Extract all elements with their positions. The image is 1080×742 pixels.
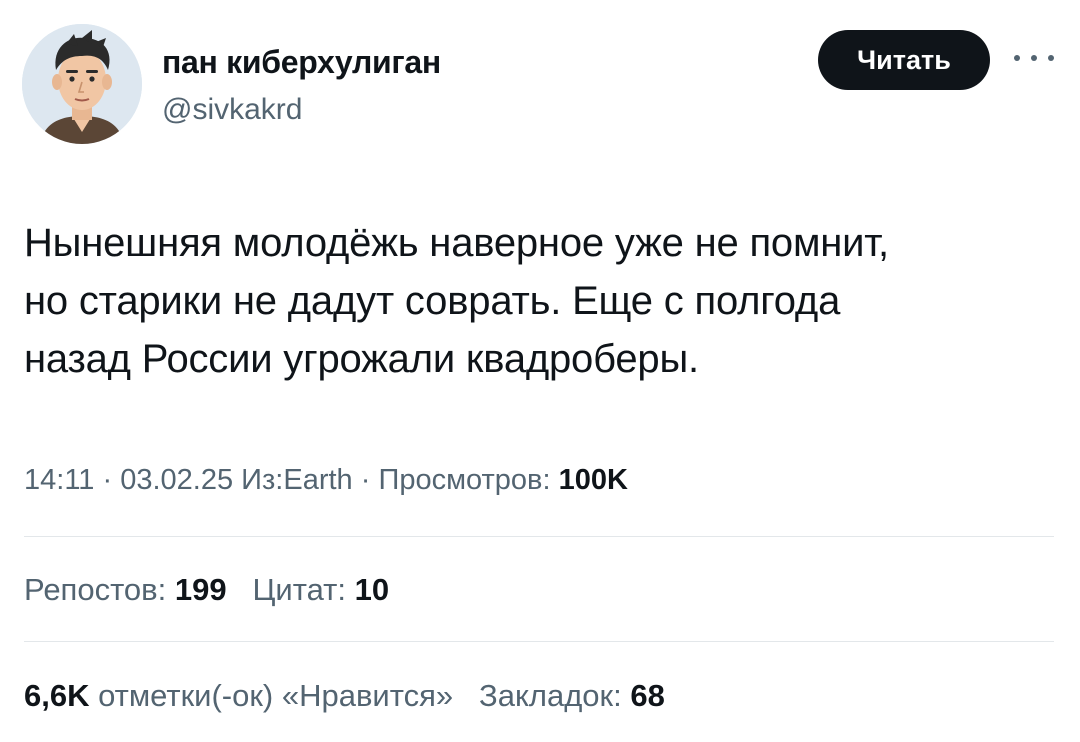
follow-button[interactable]: Читать — [818, 30, 990, 90]
bookmarks-stat[interactable]: Закладок: 68 — [479, 678, 665, 713]
reposts-label: Репостов: — [24, 572, 167, 607]
quotes-label: Цитат: — [252, 572, 346, 607]
tweet-text: Нынешняя молодёжь наверное уже не помнит… — [24, 214, 1054, 388]
likes-label: отметки(-ок) «Нравится» — [98, 678, 454, 713]
dot — [1031, 55, 1037, 61]
divider — [24, 641, 1054, 642]
tweet-source: Из:Earth — [241, 464, 353, 496]
bookmarks-label: Закладок: — [478, 678, 622, 713]
avatar[interactable] — [22, 24, 142, 144]
likes-count: 6,6K — [24, 678, 90, 713]
repost-quote-stats: Репостов: 199 Цитат: 10 — [24, 570, 389, 610]
cartoon-man-avatar-icon — [22, 24, 142, 144]
tweet-line: но старики не дадут соврать. Еще с полго… — [24, 279, 841, 323]
divider — [24, 536, 1054, 537]
tweet-time[interactable]: 14:11 — [24, 464, 94, 496]
reposts-stat[interactable]: Репостов: 199 — [24, 572, 227, 607]
dot — [1014, 55, 1020, 61]
tweet-line: Нынешняя молодёжь наверное уже не помнит… — [24, 221, 889, 265]
quotes-count: 10 — [354, 572, 390, 607]
more-dots-icon[interactable] — [1014, 46, 1054, 70]
views-count[interactable]: 100K — [559, 464, 628, 496]
views-label: Просмотров: — [378, 464, 551, 496]
tweet-line: назад России угрожали квадроберы. — [24, 337, 699, 381]
meta-separator: · — [102, 464, 113, 496]
like-bookmark-stats: 6,6K отметки(-ок) «Нравится» Закладок: 6… — [24, 676, 665, 716]
dot — [1048, 55, 1054, 61]
tweet-date[interactable]: 03.02.25 — [120, 464, 233, 496]
tweet-meta: 14:11 · 03.02.25 Из:Earth · Просмотров: … — [24, 460, 628, 500]
bookmarks-count: 68 — [630, 678, 665, 713]
author-display-name[interactable]: пан киберхулиган — [162, 42, 441, 82]
quotes-stat[interactable]: Цитат: 10 — [252, 572, 389, 607]
meta-separator: · — [360, 464, 371, 496]
author-handle[interactable]: @sivkakrd — [162, 92, 302, 128]
reposts-count: 199 — [174, 572, 227, 607]
likes-stat[interactable]: 6,6K отметки(-ок) «Нравится» — [24, 678, 453, 713]
